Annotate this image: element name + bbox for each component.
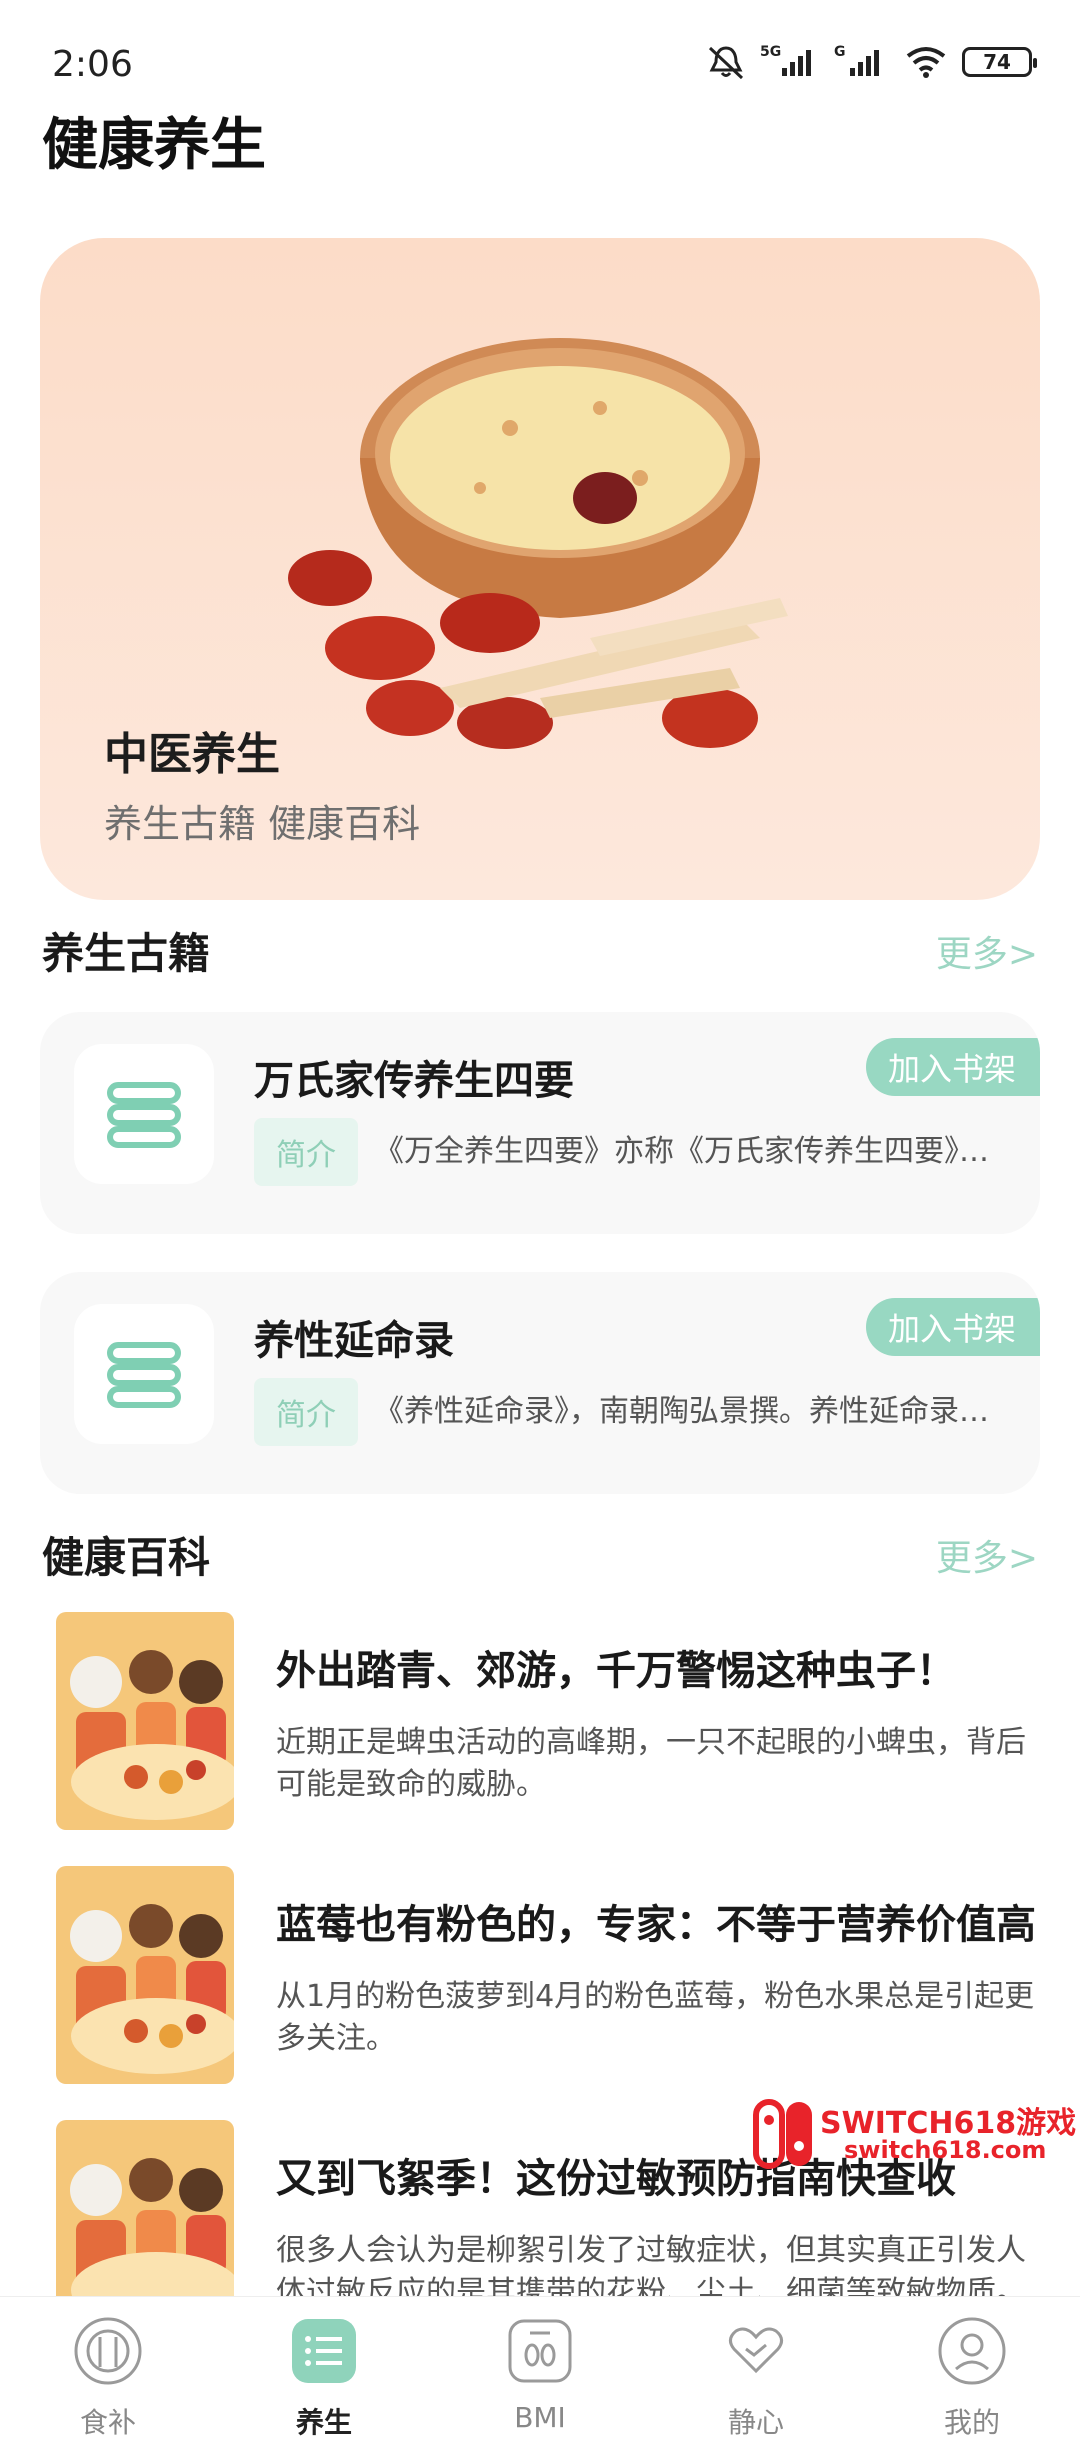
book-stack-icon: [107, 1082, 181, 1148]
book-title: 万氏家传养生四要: [254, 1058, 574, 1104]
section-title: 健康百科: [42, 1533, 211, 1582]
article-item[interactable]: 外出踏青、郊游，千万警惕这种虫子！ 近期正是蜱虫活动的高峰期，一只不起眼的小蜱虫…: [56, 1612, 1046, 1832]
heart-hand-icon: [729, 2327, 783, 2374]
switch-logo-icon: [753, 2099, 812, 2169]
porridge-bowl-illustration: [288, 338, 788, 749]
book-icon-box: [74, 1304, 214, 1444]
nav-label: 我的: [943, 2406, 1000, 2439]
book-intro: 《万全养生四要》亦称《万氏家传养生四要》，…: [374, 1134, 1004, 1169]
article-description: 从1月的粉色菠萝到4月的粉色蓝莓，粉色水果总是引起更多关注。: [276, 1979, 1035, 2056]
nav-item-food[interactable]: 食补: [0, 2297, 216, 2460]
status-time: 2:06: [52, 44, 133, 85]
book-intro: 《养性延命录》，南朝陶弘景撰。养性延命录序…: [374, 1394, 1004, 1429]
hero-banner[interactable]: 中医养生 养生古籍 健康百科: [40, 238, 1040, 900]
article-thumbnail: [56, 1612, 234, 1830]
article-description: 近期正是蜱虫活动的高峰期，一只不起眼的小蜱虫，背后可能是致命的威胁。: [276, 1725, 1026, 1802]
nav-label: 养生: [295, 2406, 352, 2439]
wifi-icon: [906, 47, 946, 78]
svg-text:G: G: [834, 44, 846, 60]
article-title: 蓝莓也有粉色的，专家：不等于营养价值高: [276, 1902, 1036, 1948]
classics-more-link[interactable]: 更多>: [936, 925, 1038, 977]
watermark: SWITCH618游戏 switch618.com: [748, 2094, 1076, 2174]
article-item[interactable]: 蓝莓也有粉色的，专家：不等于营养价值高 从1月的粉色菠萝到4月的粉色蓝莓，粉色水…: [56, 1866, 1046, 2086]
page-title: 健康养生: [42, 113, 266, 178]
scale-icon: [508, 2319, 572, 2383]
add-to-shelf-button[interactable]: 加入书架: [865, 1038, 1040, 1096]
article-title: 外出踏青、郊游，千万警惕这种虫子！: [276, 1648, 956, 1694]
food-icon: [74, 2317, 142, 2385]
book-card[interactable]: 养性延命录 加入书架 简介 《养性延命录》，南朝陶弘景撰。养性延命录序…: [40, 1272, 1040, 1494]
status-bar: 2:06 5G G 74: [0, 0, 1080, 100]
nav-label: 静心: [727, 2406, 784, 2439]
nav-item-health[interactable]: 养生: [216, 2297, 432, 2460]
article-description: 很多人会认为是柳絮引发了过敏症状，但其实真正引发人体过敏反应的是其携带的花粉、尘…: [276, 2233, 1026, 2296]
signal-5g-icon: 5G: [760, 44, 811, 76]
status-icons: 5G G 74: [706, 44, 1037, 80]
article-thumbnail: [56, 1866, 234, 2084]
hero-title: 中医养生: [104, 729, 280, 780]
nav-item-bmi[interactable]: BMI: [432, 2297, 648, 2460]
classics-section-header: 养生古籍 更多>: [42, 920, 1038, 981]
add-to-shelf-button[interactable]: 加入书架: [865, 1298, 1040, 1356]
hero-subtitle: 养生古籍 健康百科: [104, 802, 421, 846]
mute-bell-icon: [708, 46, 744, 80]
bottom-nav: 食补 养生 BMI 静心 我的: [0, 2296, 1080, 2460]
section-title: 养生古籍: [42, 929, 211, 978]
intro-tag: 简介: [254, 1378, 358, 1446]
watermark-url: switch618.com: [844, 2136, 1047, 2164]
book-stack-icon: [107, 1342, 181, 1408]
nav-label: BMI: [514, 2401, 566, 2434]
encyclopedia-more-link[interactable]: 更多>: [936, 1529, 1038, 1581]
book-icon-box: [74, 1044, 214, 1184]
list-icon: [292, 2319, 356, 2383]
nav-item-calm[interactable]: 静心: [648, 2297, 864, 2460]
nav-label: 食补: [79, 2406, 136, 2439]
profile-icon: [938, 2317, 1006, 2385]
book-card[interactable]: 万氏家传养生四要 加入书架 简介 《万全养生四要》亦称《万氏家传养生四要》，…: [40, 1012, 1040, 1234]
encyclopedia-section-header: 健康百科 更多>: [42, 1524, 1038, 1585]
signal-g-icon: G: [834, 44, 879, 76]
article-thumbnail: [56, 2120, 234, 2296]
book-title: 养性延命录: [254, 1318, 454, 1364]
nav-item-mine[interactable]: 我的: [864, 2297, 1080, 2460]
intro-tag: 简介: [254, 1118, 358, 1186]
battery-icon: 74: [962, 47, 1037, 77]
svg-text:5G: 5G: [760, 44, 781, 60]
